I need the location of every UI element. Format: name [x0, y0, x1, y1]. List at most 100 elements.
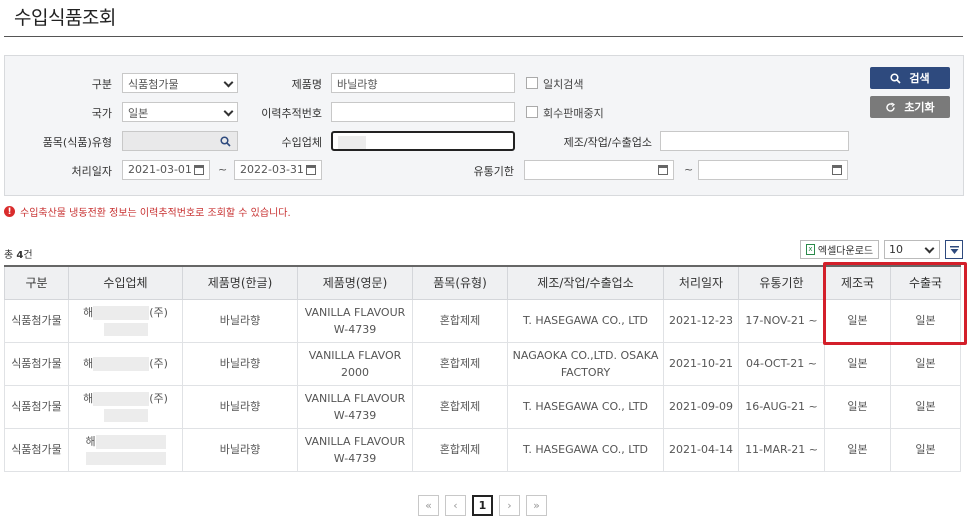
table-row[interactable]: 식품첨가물 해 (주) 바닐라향 VANILLA FLAVOR 2000 혼합제제… — [4, 341, 961, 386]
calendar-icon[interactable] — [194, 165, 204, 175]
cell-type: 혼합제제 — [412, 427, 508, 472]
search-button-label: 검색 — [909, 72, 930, 85]
maker-label: 제조/작업/수출업소 — [563, 136, 652, 149]
recall-label: 회수판매중지 — [543, 107, 604, 120]
calendar-icon[interactable] — [658, 165, 668, 175]
cell-category: 식품첨가물 — [4, 427, 69, 472]
cell-origin: 일본 — [824, 427, 891, 472]
cell-name-en: VANILLA FLAVOUR W-4739 — [297, 427, 413, 472]
highlight-box — [823, 262, 967, 345]
date-tilde: ~ — [218, 163, 228, 176]
date-label: 처리일자 — [71, 165, 112, 178]
results-table: 구분 수입업체 제품명(한글) 제품명(영문) 품목(유형) 제조/작업/수출업… — [4, 265, 961, 472]
col-header-maker[interactable]: 제조/작업/수출업소 — [507, 265, 664, 300]
excel-download-label: 엑셀다운로드 — [817, 246, 874, 257]
country-label: 국가 — [91, 107, 112, 120]
calendar-icon[interactable] — [306, 165, 316, 175]
cell-date: 2021-12-23 — [663, 298, 739, 343]
search-icon — [890, 72, 901, 84]
col-header-name-en[interactable]: 제품명(영문) — [297, 265, 413, 300]
cell-expiry: 17-NOV-21 ~ — [738, 298, 825, 343]
alert-icon: ! — [4, 206, 15, 217]
reset-button-label: 초기화 — [904, 101, 935, 114]
column-filter-button[interactable] — [945, 240, 963, 259]
cell-name-ko: 바닐라향 — [182, 298, 298, 343]
cell-name-ko: 바닐라향 — [182, 384, 298, 429]
cell-name-en: VANILLA FLAVOUR W-4739 — [297, 384, 413, 429]
date-from-input[interactable]: 2021-03-01 — [122, 160, 210, 180]
category-select[interactable]: 식품첨가물 — [122, 73, 238, 93]
col-header-name-ko[interactable]: 제품명(한글) — [182, 265, 298, 300]
cell-export: 일본 — [890, 427, 961, 472]
notice-text: 수입축산물 냉동전환 정보는 이력추적번호로 조회할 수 있습니다. — [20, 208, 291, 219]
reset-button[interactable]: 초기화 — [870, 96, 950, 118]
country-select[interactable]: 일본 — [122, 102, 238, 122]
cell-name-ko: 바닐라향 — [182, 427, 298, 472]
cell-date: 2021-04-14 — [663, 427, 739, 472]
total-count: 총 4건 — [4, 250, 33, 261]
cell-name-ko: 바닐라향 — [182, 341, 298, 386]
page-size-select[interactable]: 10 — [884, 240, 940, 259]
cell-export: 일본 — [890, 384, 961, 429]
expiry-label: 유통기한 — [473, 165, 514, 178]
item-type-input[interactable] — [122, 131, 238, 151]
cell-maker: T. HASEGAWA CO., LTD — [507, 384, 664, 429]
page-title: 수입식품조회 — [14, 7, 116, 29]
calendar-icon[interactable] — [832, 165, 842, 175]
cell-importer[interactable]: 해 — [68, 427, 183, 472]
category-label: 구분 — [91, 78, 112, 91]
cell-importer[interactable]: 해 (주) — [68, 298, 183, 343]
col-header-category[interactable]: 구분 — [4, 265, 69, 300]
table-row[interactable]: 식품첨가물 해 바닐라향 VANILLA FLAVOUR W-4739 혼합제제… — [4, 427, 961, 472]
cell-date: 2021-09-09 — [663, 384, 739, 429]
item-type-label: 품목(식품)유형 — [42, 136, 112, 149]
first-page-button[interactable]: « — [418, 495, 439, 516]
cell-importer[interactable]: 해 (주) — [68, 384, 183, 429]
prev-page-button[interactable]: ‹ — [445, 495, 466, 516]
exact-match-checkbox[interactable] — [526, 77, 538, 89]
refresh-icon — [886, 101, 896, 112]
cell-export: 일본 — [890, 341, 961, 386]
cell-maker: T. HASEGAWA CO., LTD — [507, 427, 664, 472]
expiry-from-input[interactable] — [524, 160, 674, 180]
cell-category: 식품첨가물 — [4, 298, 69, 343]
next-page-button[interactable]: › — [499, 495, 520, 516]
cell-origin: 일본 — [824, 341, 891, 386]
cell-name-en: VANILLA FLAVOUR W-4739 — [297, 298, 413, 343]
cell-expiry: 16-AUG-21 ~ — [738, 384, 825, 429]
cell-category: 식품첨가물 — [4, 341, 69, 386]
expiry-to-input[interactable] — [698, 160, 848, 180]
excel-icon: x — [805, 244, 815, 255]
col-header-importer[interactable]: 수입업체 — [68, 265, 183, 300]
product-name-input[interactable]: 바닐라향 — [331, 73, 515, 93]
cell-maker: T. HASEGAWA CO., LTD — [507, 298, 664, 343]
cell-expiry: 11-MAR-21 ~ — [738, 427, 825, 472]
cell-category: 식품첨가물 — [4, 384, 69, 429]
excel-download-button[interactable]: x 엑셀다운로드 — [800, 240, 879, 259]
col-header-type[interactable]: 품목(유형) — [412, 265, 508, 300]
pagination: « ‹ 1 › » — [418, 495, 547, 516]
table-row[interactable]: 식품첨가물 해 (주) 바닐라향 VANILLA FLAVOUR W-4739 혼… — [4, 298, 961, 343]
filter-icon — [949, 245, 959, 254]
trace-number-input[interactable] — [331, 102, 515, 122]
product-label: 제품명 — [291, 78, 322, 91]
title-divider — [4, 36, 963, 37]
importer-label: 수입업체 — [281, 136, 322, 149]
cell-type: 혼합제제 — [412, 384, 508, 429]
last-page-button[interactable]: » — [526, 495, 547, 516]
search-icon[interactable] — [220, 136, 231, 147]
date-to-input[interactable]: 2022-03-31 — [234, 160, 322, 180]
maker-input[interactable] — [660, 131, 849, 151]
cell-date: 2021-10-21 — [663, 341, 739, 386]
cell-name-en: VANILLA FLAVOR 2000 — [297, 341, 413, 386]
cell-importer[interactable]: 해 (주) — [68, 341, 183, 386]
expiry-tilde: ~ — [684, 163, 694, 176]
importer-input[interactable] — [331, 131, 515, 151]
recall-checkbox[interactable] — [526, 106, 538, 118]
search-button[interactable]: 검색 — [870, 67, 950, 89]
col-header-expiry[interactable]: 유통기한 — [738, 265, 825, 300]
table-row[interactable]: 식품첨가물 해 (주) 바닐라향 VANILLA FLAVOUR W-4739 혼… — [4, 384, 961, 429]
page-1-button[interactable]: 1 — [472, 495, 493, 516]
col-header-date[interactable]: 처리일자 — [663, 265, 739, 300]
exact-match-label: 일치검색 — [543, 78, 584, 91]
